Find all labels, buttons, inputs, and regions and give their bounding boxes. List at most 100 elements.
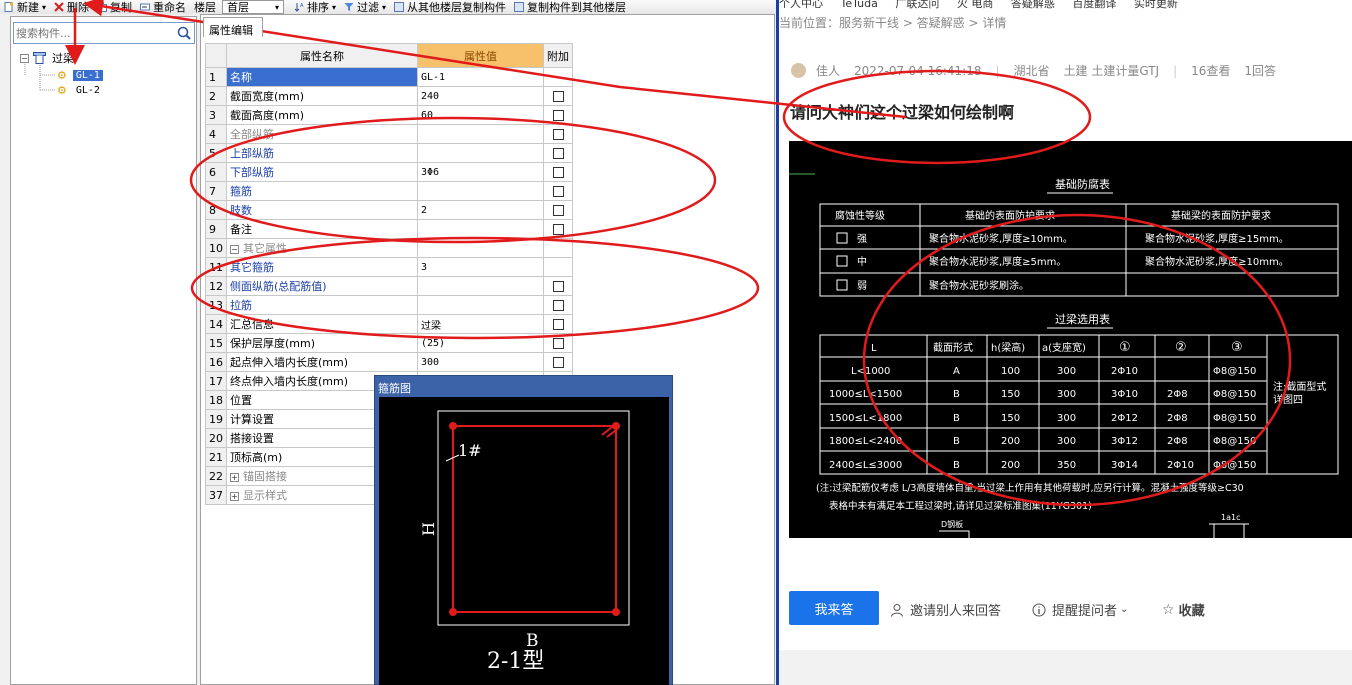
add-checkbox[interactable] (552, 186, 564, 197)
avatar[interactable] (791, 63, 806, 78)
property-value[interactable]: 过梁 (417, 314, 544, 334)
table1-header: 基础梁的表面防护要求 (1171, 209, 1271, 222)
collapse-icon[interactable]: − (20, 53, 29, 63)
add-checkbox[interactable] (552, 167, 564, 178)
bookmark-item[interactable]: 百度翻译 (1072, 0, 1116, 9)
table2-cell: 3Φ14 (1111, 460, 1138, 471)
table-row[interactable]: 2 截面宽度(mm) 240 (205, 86, 573, 106)
table-row[interactable]: 1 名称 GL-1 (205, 67, 573, 87)
table-row[interactable]: 8 肢数 2 (205, 200, 573, 220)
property-value[interactable]: GL-1 (417, 67, 544, 87)
table-row[interactable]: 4 全部纵筋 (205, 124, 573, 144)
new-button[interactable]: 新建 ▾ (0, 0, 50, 14)
property-value[interactable]: 240 (417, 86, 544, 106)
remind-asker-link[interactable]: 提醒提问者 ⌄ (1032, 600, 1128, 619)
tags[interactable]: 土建 土建计量GTJ (1064, 62, 1160, 79)
property-value[interactable] (417, 181, 544, 201)
question-meta: 佳人 2022-07-04 16:41:18 | 湖北省 土建 土建计量GTJ … (791, 62, 1290, 79)
add-checkbox[interactable] (552, 319, 564, 330)
cad-drawing-image[interactable]: 基础防腐表 腐蚀性等级 基础的表面防护要求 基础梁的表面防护要求 强 聚合物水泥… (789, 141, 1352, 538)
rename-button[interactable]: 重命名 (136, 0, 190, 14)
add-checkbox[interactable] (552, 110, 564, 121)
add-checkbox[interactable] (552, 129, 564, 140)
table-row[interactable]: 12 侧面纵筋(总配筋值) (205, 276, 573, 296)
table-row[interactable]: 14 汇总信息 过梁 (205, 314, 573, 334)
property-value[interactable] (417, 219, 544, 239)
bookmark-item[interactable]: TeTuda (841, 0, 878, 9)
copy-to-floor-button[interactable]: 复制构件到其他楼层 (510, 0, 630, 14)
name-column-header: 属性名称 (226, 43, 418, 68)
property-value[interactable]: 300 (417, 352, 544, 372)
tab-property-edit[interactable]: 属性编辑 (203, 17, 263, 37)
add-checkbox[interactable] (552, 281, 564, 292)
copy-from-floor-button[interactable]: 从其他楼层复制构件 (390, 0, 510, 14)
tree-item-gl2[interactable]: ⚙ GL-2 (57, 83, 103, 97)
bottom-label-2: 1a1c (1221, 513, 1240, 522)
table-row[interactable]: 15 保护层厚度(mm) (25) (205, 333, 573, 353)
add-checkbox[interactable] (552, 224, 564, 235)
bookmark-item[interactable]: 答疑解惑 (1011, 0, 1055, 9)
sort-button[interactable]: A 排序 ▾ (290, 0, 340, 14)
property-value[interactable]: 2 (417, 200, 544, 220)
add-checkbox[interactable] (552, 357, 564, 368)
property-value[interactable] (417, 276, 544, 296)
answer-button[interactable]: 我来答 (789, 591, 879, 625)
bookmark-item[interactable]: 个人中心 (779, 0, 823, 9)
property-value[interactable]: 60 (417, 105, 544, 125)
table2-title: 过梁选用表 (1055, 312, 1110, 326)
property-name: 下部纵筋 (226, 162, 418, 182)
table2-grid (819, 334, 1339, 475)
table-row[interactable]: 11 其它箍筋 3 (205, 257, 573, 277)
property-value[interactable]: (25) (417, 333, 544, 353)
row-number: 12 (205, 276, 227, 296)
table-row[interactable]: 16 起点伸入墙内长度(mm) 300 (205, 352, 573, 372)
table2-cell: 300 (1057, 389, 1076, 400)
tree-item-root[interactable]: − 过梁 (20, 51, 74, 65)
window-title: 箍筋图 (378, 382, 411, 395)
bookmark-item[interactable]: 广联达问 (895, 0, 939, 9)
table-row[interactable]: 10 − 其它属性 (205, 238, 573, 258)
table-row[interactable]: 7 箍筋 (205, 181, 573, 201)
row-number: 18 (205, 390, 227, 410)
property-name: 其它属性 (243, 242, 287, 255)
property-value[interactable]: 3 (417, 257, 544, 277)
add-checkbox[interactable] (552, 205, 564, 216)
page-divider-strip (779, 650, 1352, 685)
copy-button[interactable]: 复制 (93, 0, 136, 14)
table2-cell: Φ8@150 (1213, 413, 1256, 424)
collect-link[interactable]: ☆ 收藏 (1162, 600, 1205, 620)
breadcrumb[interactable]: 当前位置：服务新干线 > 答疑解惑 > 详情 (779, 14, 1006, 31)
expand-icon[interactable]: + (230, 473, 239, 482)
table1-cell: 聚合物水泥砂浆,厚度≥10mm。 (929, 232, 1073, 245)
collapse-icon[interactable]: − (230, 245, 239, 254)
add-checkbox[interactable] (552, 148, 564, 159)
bookmark-item[interactable]: 实时更新 (1134, 0, 1178, 9)
filter-label: 过滤 (357, 1, 380, 14)
side-note: 注:截面型式详图四 (1273, 382, 1327, 406)
property-name: 保护层厚度(mm) (226, 333, 418, 353)
row-number-header (205, 43, 227, 68)
floor-select[interactable]: 首层 ▾ (222, 0, 285, 14)
property-value[interactable] (417, 143, 544, 163)
add-checkbox[interactable] (552, 338, 564, 349)
property-value[interactable] (417, 124, 544, 144)
rename-icon (140, 3, 151, 11)
table-row[interactable]: 3 截面高度(mm) 60 (205, 105, 573, 125)
bookmark-item[interactable]: 火 电商 (957, 0, 994, 9)
tree-item-gl1[interactable]: ⚙ GL-1 (57, 68, 103, 82)
expand-icon[interactable]: + (230, 492, 239, 501)
chevron-down-icon: ▾ (42, 2, 47, 12)
delete-button[interactable]: 删除 (50, 0, 93, 14)
table-row[interactable]: 13 拉筋 (205, 295, 573, 315)
table-row[interactable]: 9 备注 (205, 219, 573, 239)
gtj-app-window: 新建 ▾ 删除 复制 重命名 楼层 首层 ▾ A 排序 ▾ 过滤 ▾ 从其他楼层复制构件 (0, 0, 778, 685)
table-row[interactable]: 6 下部纵筋 3Φ6 (205, 162, 573, 182)
author-name[interactable]: 佳人 (816, 62, 840, 79)
table-row[interactable]: 5 上部纵筋 (205, 143, 573, 163)
property-value[interactable] (417, 295, 544, 315)
filter-button[interactable]: 过滤 ▾ (340, 0, 390, 14)
add-checkbox[interactable] (552, 91, 564, 102)
property-value[interactable]: 3Φ6 (417, 162, 544, 182)
add-checkbox[interactable] (552, 300, 564, 311)
invite-answer-link[interactable]: 邀请别人来回答 (890, 600, 1001, 619)
